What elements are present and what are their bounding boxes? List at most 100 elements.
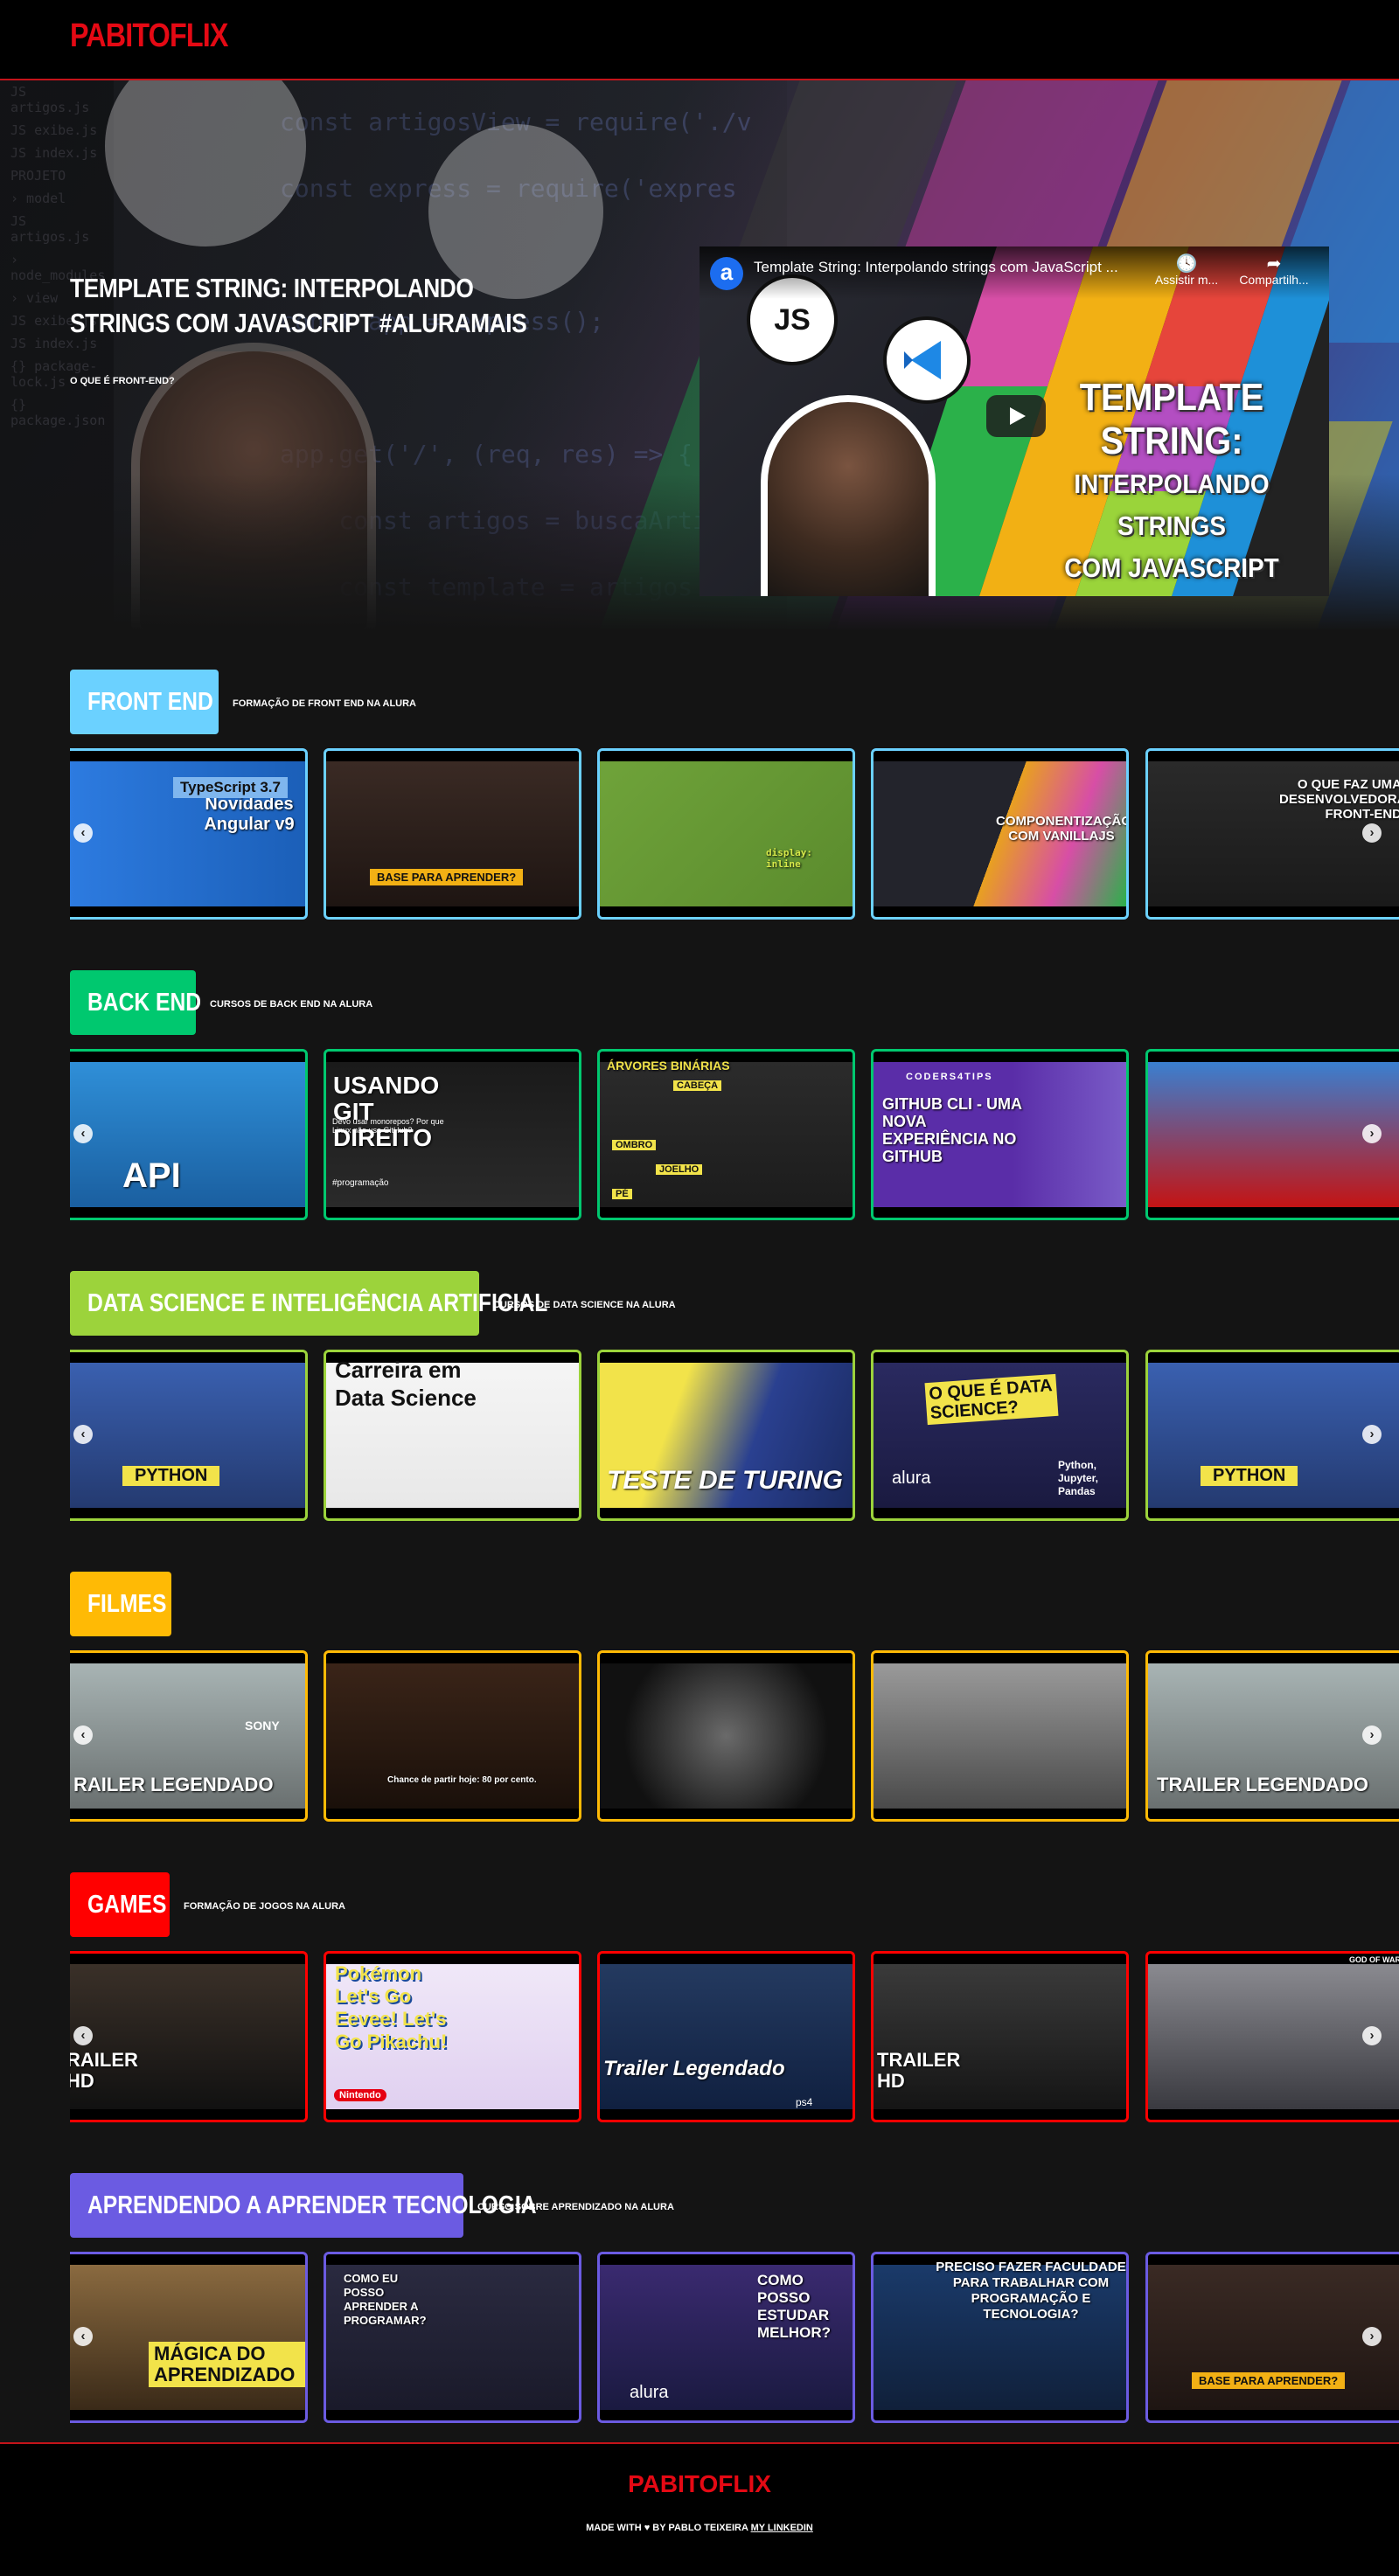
coders-label: CODERS4TIPS bbox=[906, 1072, 993, 1082]
tree-label-foot: PÉ bbox=[612, 1189, 632, 1199]
video-card[interactable]: USANDO GIT DIREITO bbox=[324, 1049, 581, 1220]
thumbnail-caption: USANDO GIT DIREITO bbox=[333, 1072, 440, 1151]
video-card[interactable] bbox=[871, 1650, 1129, 1822]
video-card[interactable]: TRAILER LEGENDADO bbox=[1145, 1650, 1399, 1822]
video-card[interactable]: display: inline bbox=[597, 748, 855, 920]
linkedin-link[interactable]: My Linkedin bbox=[751, 2523, 813, 2533]
video-card[interactable]: PYTHON bbox=[1145, 1350, 1399, 1521]
thumbnail-caption: TESTE DE TURING bbox=[607, 1466, 844, 1495]
video-vscode-badge bbox=[883, 316, 971, 404]
section-title-badge[interactable]: Aprendendo a aprender tecnologia bbox=[70, 2173, 537, 2238]
carousel-next-icon[interactable]: › bbox=[1362, 2327, 1382, 2346]
video-card[interactable]: O QUE FAZ UMA DESENVOLVEDORA FRONT-END bbox=[1145, 748, 1399, 920]
carousel-next-icon[interactable]: › bbox=[1362, 1425, 1382, 1444]
video-carousel[interactable]: Novidades Angular v9 BASE PARA APRENDER?… bbox=[70, 748, 1399, 923]
category-section: Data Science e Inteligência Artificial C… bbox=[70, 1271, 1399, 1521]
carousel-next-icon[interactable]: › bbox=[1362, 1124, 1382, 1143]
video-card[interactable]: TRAILER HD bbox=[871, 1951, 1129, 2122]
category-section: Games Formação de jogos na Alura RAILER … bbox=[70, 1872, 1399, 2122]
video-card[interactable]: API bbox=[70, 1049, 308, 1220]
thumbnail-caption: PRECISO FAZER FACULDADE PARA TRABALHAR C… bbox=[936, 2260, 1126, 2322]
carousel-prev-icon[interactable]: ‹ bbox=[73, 2327, 93, 2346]
section-title-badge[interactable]: Front End bbox=[70, 670, 219, 734]
video-thumbnail bbox=[1148, 1062, 1399, 1207]
section-description: Formação de Front End na Alura bbox=[233, 698, 417, 709]
carousel-next-icon[interactable]: › bbox=[1362, 823, 1382, 843]
video-card[interactable]: TESTE DE TURING bbox=[597, 1350, 855, 1521]
video-thumbnail bbox=[600, 1964, 853, 2109]
section-description: Cursos de Data Science na Alura bbox=[493, 1300, 676, 1310]
tree-label-knee: JOELHO bbox=[656, 1164, 703, 1175]
thumbnail-caption: COMO POSSO ESTUDAR MELHOR? bbox=[757, 2272, 832, 2341]
video-card[interactable]: BASE PARA APRENDER? bbox=[324, 748, 581, 920]
video-card[interactable]: PRECISO FAZER FACULDADE PARA TRABALHAR C… bbox=[871, 2252, 1129, 2423]
video-thumbnail bbox=[1148, 1363, 1399, 1508]
channel-avatar-icon[interactable]: a bbox=[710, 257, 743, 290]
video-card[interactable]: PYTHON bbox=[70, 1350, 308, 1521]
alura-label: alura bbox=[892, 1469, 931, 1488]
video-carousel[interactable]: RAILER HD Pokémon Let's Go Eevee! Let's … bbox=[70, 1951, 1399, 2126]
video-thumbnail bbox=[70, 1062, 305, 1207]
video-carousel[interactable]: RAILER LEGENDADO Chance de partir hoje: … bbox=[70, 1650, 1399, 1825]
thumbnail-caption: PYTHON bbox=[1201, 1466, 1298, 1486]
thumbnail-caption: BASE PARA APRENDER? bbox=[1192, 2372, 1346, 2389]
section-title-badge[interactable]: Data Science e Inteligência Artificial bbox=[70, 1271, 547, 1336]
video-thumbnail bbox=[1148, 1964, 1399, 2109]
embedded-video-player[interactable]: JS TEMPLATE STRING: INTERPOLANDO STRINGS… bbox=[700, 246, 1329, 596]
video-card[interactable] bbox=[1145, 1049, 1399, 1220]
carousel-prev-icon[interactable]: ‹ bbox=[73, 1425, 93, 1444]
video-carousel[interactable]: API USANDO GIT DIREITO ÁRVORES BINÁRIAS … bbox=[70, 1049, 1399, 1224]
sony-logo: SONY bbox=[245, 1718, 280, 1732]
carousel-next-icon[interactable]: › bbox=[1362, 2026, 1382, 2045]
thumbnail-caption: Trailer Legendado bbox=[603, 2057, 785, 2080]
carousel-prev-icon[interactable]: ‹ bbox=[73, 823, 93, 843]
thumbnail-caption: COMO EU POSSO APRENDER A PROGRAMAR? bbox=[344, 2272, 427, 2327]
carousel-prev-icon[interactable]: ‹ bbox=[73, 1725, 93, 1745]
section-title-badge[interactable]: Filmes bbox=[70, 1572, 171, 1636]
footer-logo[interactable]: PABITOFLIX bbox=[0, 2470, 1399, 2498]
section-description: Curso sobre aprendizado na Alura bbox=[477, 2202, 674, 2212]
video-card[interactable]: BASE PARA APRENDER? bbox=[1145, 2252, 1399, 2423]
video-title-link[interactable]: Template String: Interpolando strings co… bbox=[754, 259, 1138, 276]
thumbnail-caption: Novidades Angular v9 bbox=[204, 795, 295, 834]
video-card[interactable] bbox=[597, 1650, 855, 1822]
video-card[interactable]: COMPONENTIZAÇÃO COM VANILLAJS bbox=[871, 748, 1129, 920]
tree-label-head: CABEÇA bbox=[673, 1080, 722, 1091]
footer-credit: Made with ♥ by Pablo Teixeira My Linkedi… bbox=[586, 2523, 813, 2533]
share-button[interactable]: ➦ Compartilh... bbox=[1235, 255, 1313, 287]
video-thumbnail bbox=[600, 761, 853, 906]
watch-later-button[interactable]: 🕓 Assistir m... bbox=[1147, 255, 1226, 287]
video-card[interactable]: MÁGICA DO APRENDIZADO bbox=[70, 2252, 308, 2423]
video-carousel[interactable]: PYTHON Carreira em Data Science TESTE DE… bbox=[70, 1350, 1399, 1524]
video-thumbnail bbox=[70, 1363, 305, 1508]
category-section: Aprendendo a aprender tecnologia Curso s… bbox=[70, 2173, 1399, 2423]
site-logo[interactable]: PABITOFLIX bbox=[70, 17, 228, 55]
thumbnail-caption: display: inline bbox=[766, 847, 812, 870]
ps4-logo: ps4 bbox=[796, 2096, 813, 2108]
play-button-icon[interactable] bbox=[986, 395, 1046, 437]
video-card[interactable]: Trailer Legendado bbox=[597, 1951, 855, 2122]
video-card[interactable]: RAILER HD bbox=[70, 1951, 308, 2122]
carousel-prev-icon[interactable]: ‹ bbox=[73, 2026, 93, 2045]
video-card[interactable]: Chance de partir hoje: 80 por cento. bbox=[324, 1650, 581, 1822]
video-card[interactable]: GOD OF WAR bbox=[1145, 1951, 1399, 2122]
site-header: PABITOFLIX bbox=[0, 0, 1399, 80]
video-card[interactable]: Carreira em Data Science bbox=[324, 1350, 581, 1521]
video-card[interactable]: ÁRVORES BINÁRIAS bbox=[597, 1049, 855, 1220]
video-thumbnail bbox=[326, 1663, 579, 1809]
video-card[interactable]: RAILER LEGENDADO bbox=[70, 1650, 308, 1822]
video-card[interactable]: Novidades Angular v9 bbox=[70, 748, 308, 920]
git-subtitle: Devo usar monorepos? Por que Linux não u… bbox=[332, 1117, 444, 1135]
thumbnail-caption: GOD OF WAR bbox=[1349, 1955, 1399, 1964]
carousel-next-icon[interactable]: › bbox=[1362, 1725, 1382, 1745]
section-header: Aprendendo a aprender tecnologia Curso s… bbox=[70, 2173, 1399, 2239]
video-heading: TEMPLATE STRING: INTERPOLANDO STRINGS CO… bbox=[1064, 376, 1279, 583]
section-title-badge[interactable]: Games bbox=[70, 1872, 170, 1937]
video-carousel[interactable]: MÁGICA DO APRENDIZADO COMO EU POSSO APRE… bbox=[70, 2252, 1399, 2427]
section-title-badge[interactable]: Back End bbox=[70, 970, 201, 1035]
carousel-prev-icon[interactable]: ‹ bbox=[73, 1124, 93, 1143]
video-card[interactable]: COMO EU POSSO APRENDER A PROGRAMAR? bbox=[324, 2252, 581, 2423]
tree-label-shoulder: OMBRO bbox=[612, 1140, 657, 1150]
banner-subtitle: O que é Front-end? bbox=[70, 376, 175, 386]
section-description: Formação de jogos na Alura bbox=[184, 1901, 345, 1912]
